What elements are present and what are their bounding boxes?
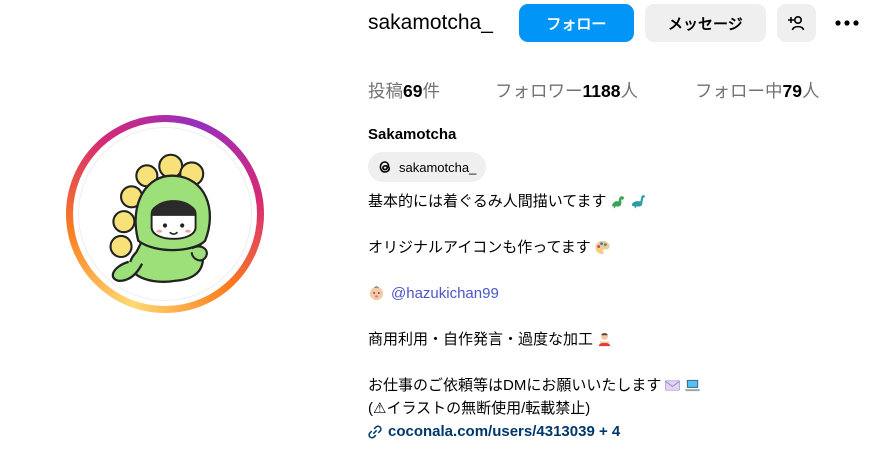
- message-button[interactable]: メッセージ: [644, 4, 766, 42]
- following-count: 79: [782, 81, 802, 101]
- followers-suffix: 人: [620, 81, 638, 101]
- username: sakamotcha_: [368, 11, 493, 34]
- baby-emoji: [369, 286, 384, 301]
- palette-emoji: [595, 240, 610, 255]
- following-suffix: 人: [801, 81, 820, 101]
- link-icon: [368, 425, 382, 438]
- link-text: coconala.com/users/4313039 + 4: [388, 423, 621, 440]
- more-icon: [835, 20, 859, 26]
- profile-header: sakamotcha_ フォロー メッセージ: [368, 3, 862, 43]
- bio-text: オリジナルアイコンも作ってます: [368, 239, 591, 256]
- laptop-emoji: [685, 379, 701, 392]
- avatar-frame: [73, 122, 257, 306]
- bio-line: @hazukichan99: [368, 282, 868, 305]
- bio-line: 基本的には着ぐるみ人間描いてます: [368, 190, 868, 213]
- sauropod-emoji: [631, 195, 645, 209]
- person-emoji: [598, 333, 611, 347]
- threads-badge[interactable]: sakamotcha_: [368, 152, 487, 182]
- story-ring[interactable]: [66, 115, 264, 313]
- dinosaur-emoji: [611, 196, 624, 209]
- bio-spacer: [368, 305, 868, 328]
- follow-button[interactable]: フォロー: [518, 4, 634, 42]
- mention-link[interactable]: @hazukichan99: [391, 282, 499, 305]
- followers-label: フォロワー: [495, 81, 583, 101]
- avatar-illustration: [109, 153, 211, 283]
- bio-text: (⚠イラストの無断使用/転載禁止): [368, 400, 591, 417]
- posts-count: 69: [403, 81, 423, 101]
- following-stat[interactable]: フォロー中 79 人: [695, 78, 819, 103]
- bio-text: 基本的には着ぐるみ人間描いてます: [368, 193, 607, 210]
- posts-label: 投稿: [368, 81, 403, 101]
- avatar[interactable]: [78, 127, 252, 301]
- followers-count: 1188: [582, 81, 621, 101]
- following-label: フォロー中: [695, 81, 783, 101]
- bio-spacer: [368, 213, 868, 236]
- followers-stat[interactable]: フォロワー 1188 人: [495, 78, 695, 103]
- external-link[interactable]: coconala.com/users/4313039 + 4: [368, 420, 868, 443]
- bio-line: オリジナルアイコンも作ってます: [368, 236, 868, 259]
- bio-line: (⚠イラストの無断使用/転載禁止): [368, 397, 868, 420]
- suggested-users-button[interactable]: [776, 4, 816, 42]
- add-user-icon: [788, 15, 805, 31]
- bio: 基本的には着ぐるみ人間描いてます オリジナルアイコンも作ってます @hazuki…: [368, 190, 868, 443]
- profile-stats: 投稿 69 件 フォロワー 1188 人 フォロー中 79 人: [368, 78, 819, 103]
- threads-icon: [379, 161, 391, 173]
- more-options-button[interactable]: [832, 4, 862, 42]
- envelope-emoji: [665, 380, 681, 391]
- bio-text: 商用利用・自作発言・過度な加工: [368, 331, 594, 348]
- full-name: Sakamotcha: [368, 126, 457, 143]
- bio-spacer: [368, 351, 868, 374]
- threads-handle: sakamotcha_: [399, 159, 477, 175]
- posts-suffix: 件: [422, 81, 440, 101]
- posts-stat: 投稿 69 件: [368, 78, 495, 103]
- bio-spacer: [368, 259, 868, 282]
- bio-line: お仕事のご依頼等はDMにお願いいたします: [368, 374, 868, 397]
- bio-line: 商用利用・自作発言・過度な加工: [368, 328, 868, 351]
- bio-text: お仕事のご依頼等はDMにお願いいたします: [368, 377, 662, 394]
